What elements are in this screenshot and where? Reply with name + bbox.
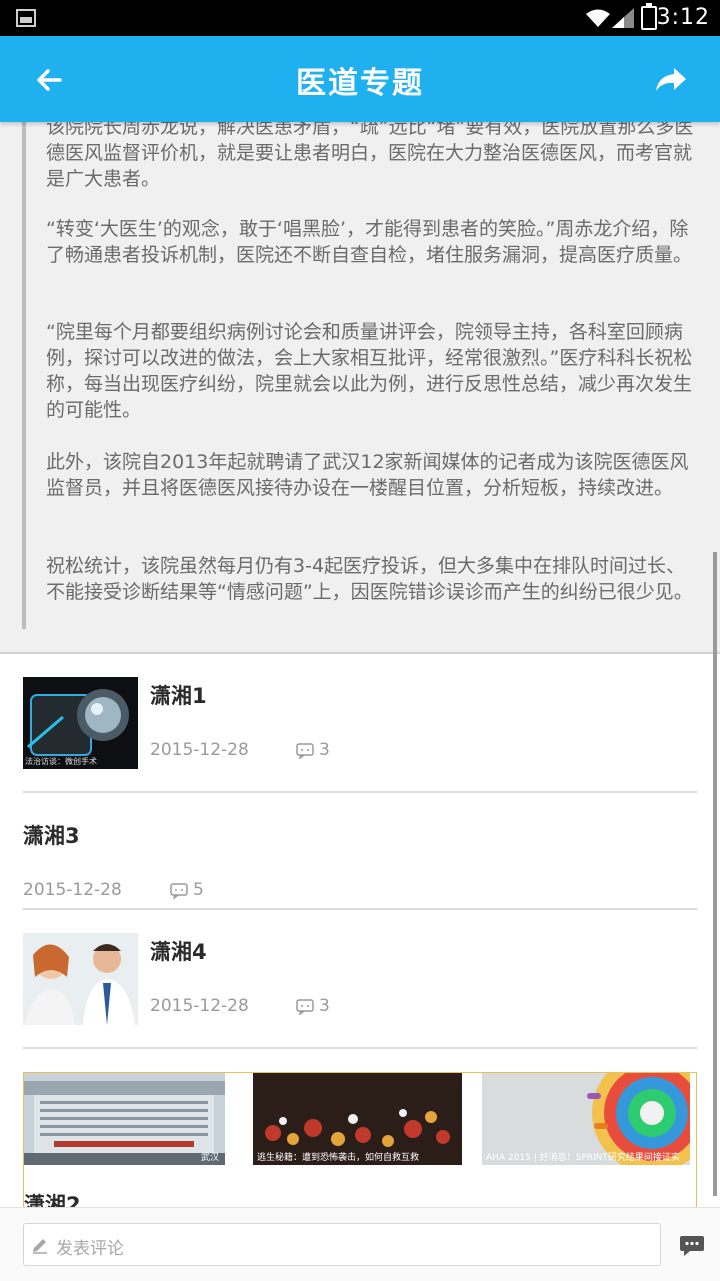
image-caption: 武汉 [200,1153,219,1163]
list-item-title[interactable]: 潇湘4 [150,936,207,966]
pencil-icon [33,1239,47,1254]
divider [23,791,697,793]
comment-input[interactable]: 发表评论 [23,1223,661,1266]
divider [23,908,697,910]
signal-icon [612,8,634,28]
divider [23,1047,697,1049]
list-item-thumbnail[interactable] [23,933,138,1025]
hospital-building-image [24,1073,225,1165]
comment-count: 3 [319,740,330,760]
wifi-icon [586,9,610,27]
list-item-image[interactable]: AHA 2015 | 好消息！SPRINT研究结果间接证实 [482,1073,690,1165]
thumbnail-caption: 法治访谈：微创手术 [25,757,97,766]
share-icon[interactable] [650,60,690,100]
chat-bubble-icon[interactable] [679,1234,705,1258]
article-paragraph: “院里每个月都要组织病例讨论会和质量讲评会，院领导主持，各科室回顾病例，探讨可以… [46,321,693,421]
battery-icon [641,3,657,30]
article-content: 该院院长周赤龙说，解决医患矛盾，“疏”远比“堵”要有效，医院放置那么多医德医风监… [0,122,720,653]
list-item-date: 2015-12-28 [150,740,249,760]
blockquote-bar [22,122,26,629]
list-item-image[interactable]: 武汉 [24,1073,225,1165]
list-item-date: 2015-12-28 [150,996,249,1016]
comment-count: 5 [193,880,204,900]
image-caption: 逃生秘籍：遭到恐怖袭击，如何自救互救 [257,1153,420,1163]
comment-icon [296,743,314,759]
status-time: 3:12 [656,5,710,30]
article-paragraph: “转变‘大医生’的观念，敢于‘唱黑脸’，才能得到患者的笑脸。”周赤龙介绍，除了畅… [46,218,693,266]
comment-bar: 发表评论 [0,1207,720,1281]
comment-placeholder: 发表评论 [56,1239,124,1259]
page-title: 医道专题 [296,66,424,101]
list-item-image[interactable]: 逃生秘籍：遭到恐怖袭击，如何自救互救 [253,1073,462,1165]
article-paragraph: 此外，该院自2013年起就聘请了武汉12家新闻媒体的记者成为该院医德医风监督员，… [46,451,689,499]
list-item-title[interactable]: 潇湘1 [150,680,207,710]
list-item-date: 2015-12-28 [23,880,122,900]
divider [0,652,720,654]
list-item-highlighted[interactable]: 武汉 逃生秘籍：遭到恐怖袭击，如何自救互救 AHA 2015 | 好消息！SPR… [23,1072,697,1212]
doctor-patient-image [23,933,138,1025]
comment-icon [296,999,314,1015]
gallery-notification-icon [16,9,36,27]
app-bar: 医道专题 [0,36,720,122]
scrollbar[interactable] [713,552,717,1196]
comment-icon [170,883,188,899]
article-paragraph: 祝松统计，该院虽然每月仍有3-4起医疗投诉，但大多集中在排队时间过长、不能接受诊… [46,555,693,603]
list-item-title[interactable]: 潇湘3 [23,820,80,850]
article-paragraph: 该院院长周赤龙说，解决医患矛盾，“疏”远比“堵”要有效，医院放置那么多医德医风监… [46,122,694,190]
list-item-thumbnail[interactable]: 法治访谈：微创手术 [23,677,138,769]
image-caption: AHA 2015 | 好消息！SPRINT研究结果间接证实 [486,1153,680,1163]
comment-count: 3 [319,996,330,1016]
status-bar: 3:12 [0,0,720,36]
